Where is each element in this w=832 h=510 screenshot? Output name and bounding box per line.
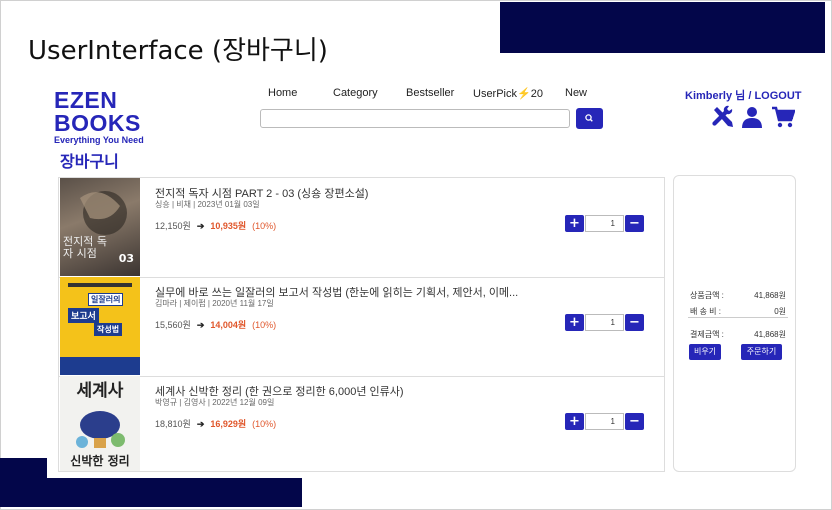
- price-row: 12,150원 ➔ 10,935원 (10%): [155, 219, 276, 232]
- sale-price: 16,929원: [210, 419, 247, 429]
- quantity-field[interactable]: 1: [585, 413, 624, 430]
- quantity-field[interactable]: 1: [585, 314, 624, 331]
- cover-top-text: 세계사: [76, 381, 124, 401]
- cover-band: [60, 357, 140, 375]
- item-meta: 박영규 | 김영사 | 2022년 12월 09일: [155, 398, 275, 407]
- logo-line-1: EZEN: [54, 87, 118, 113]
- cover-number: 03: [118, 252, 134, 265]
- page-title: 장바구니: [60, 154, 119, 171]
- cover-line: 일잘러의: [88, 293, 124, 306]
- nav-userpick[interactable]: UserPick⚡20: [473, 87, 543, 100]
- site-logo[interactable]: EZEN BOOKS Everything You Need: [54, 89, 144, 145]
- book-cover[interactable]: 일잘러의 보고서 작성법: [60, 277, 140, 375]
- shipping-label: 배 송 비 :: [690, 307, 721, 316]
- logo-tagline: Everything You Need: [54, 135, 144, 145]
- total-value: 41,868원: [754, 330, 786, 339]
- item-meta: 김마라 | 제이펍 | 2020년 11월 17일: [155, 299, 274, 308]
- cart-list: 전지적 독자 시점 03 전지적 독자 시점 PART 2 - 03 (싱숑 장…: [58, 177, 665, 472]
- user-icon[interactable]: [740, 105, 764, 129]
- slide-title: UserInterface (장바구니): [28, 36, 328, 66]
- cover-line: 작성법: [94, 323, 123, 336]
- shipping-value: 0원: [774, 307, 786, 316]
- discount-rate: (10%): [252, 320, 277, 330]
- quantity-stepper: + 1 −: [565, 413, 644, 430]
- nav-category[interactable]: Category: [333, 87, 378, 99]
- arrow-right-icon: ➔: [196, 221, 205, 231]
- order-summary: 상품금액 : 41,868원 배 송 비 : 0원 결제금액 : 41,868원…: [673, 175, 796, 472]
- nav-home[interactable]: Home: [268, 87, 297, 99]
- discount-rate: (10%): [252, 419, 277, 429]
- increase-button[interactable]: +: [565, 215, 584, 232]
- sale-price: 14,004원: [210, 320, 247, 330]
- search-icon: [585, 114, 593, 122]
- total-label: 결제금액 :: [690, 330, 724, 339]
- quantity-stepper: + 1 −: [565, 215, 644, 232]
- price-row: 15,560원 ➔ 14,004원 (10%): [155, 318, 276, 331]
- decrease-button[interactable]: −: [625, 215, 644, 232]
- decrease-button[interactable]: −: [625, 413, 644, 430]
- original-price: 15,560원: [155, 320, 191, 330]
- cover-line: 보고서: [68, 308, 99, 323]
- decrease-button[interactable]: −: [625, 314, 644, 331]
- summary-divider: [688, 317, 788, 318]
- cover-stripe: [68, 283, 132, 287]
- nav-bestseller[interactable]: Bestseller: [406, 87, 454, 99]
- cart-item: 세계사 신박한 정리 세계사 신박한 정리 (한 권으로 정리한 6,000년 …: [59, 376, 664, 472]
- quantity-stepper: + 1 −: [565, 314, 644, 331]
- price-row: 18,810원 ➔ 16,929원 (10%): [155, 417, 276, 430]
- cart-icon[interactable]: [771, 105, 796, 129]
- user-greeting[interactable]: Kimberly 님: [685, 90, 745, 102]
- product-amount-value: 41,868원: [754, 291, 786, 300]
- user-separator: /: [748, 90, 752, 102]
- sale-price: 10,935원: [210, 221, 247, 231]
- product-amount-label: 상품금액 :: [690, 291, 724, 300]
- clear-cart-button[interactable]: 비우기: [689, 344, 721, 360]
- quantity-field[interactable]: 1: [585, 215, 624, 232]
- order-button[interactable]: 주문하기: [741, 344, 782, 360]
- nav-new[interactable]: New: [565, 87, 587, 99]
- cover-bottom-text: 신박한 정리: [70, 454, 130, 468]
- cart-item: 일잘러의 보고서 작성법 실무에 바로 쓰는 일잘러의 보고서 작성법 (한눈에…: [59, 277, 664, 377]
- tools-icon[interactable]: [711, 105, 735, 129]
- original-price: 12,150원: [155, 221, 191, 231]
- book-cover[interactable]: 세계사 신박한 정리: [60, 376, 140, 471]
- discount-rate: (10%): [252, 221, 277, 231]
- arrow-right-icon: ➔: [196, 419, 205, 429]
- arrow-right-icon: ➔: [196, 320, 205, 330]
- search-button[interactable]: [576, 108, 603, 129]
- original-price: 18,810원: [155, 419, 191, 429]
- cart-item: 전지적 독자 시점 03 전지적 독자 시점 PART 2 - 03 (싱숑 장…: [59, 178, 664, 278]
- logo-line-2: BOOKS: [54, 110, 141, 136]
- increase-button[interactable]: +: [565, 413, 584, 430]
- cover-text: 전지적 독자 시점: [63, 235, 107, 260]
- logout-link[interactable]: LOGOUT: [754, 90, 801, 102]
- book-cover[interactable]: 전지적 독자 시점 03: [60, 178, 140, 276]
- increase-button[interactable]: +: [565, 314, 584, 331]
- search-input[interactable]: [260, 109, 570, 128]
- user-area: Kimberly 님 / LOGOUT: [685, 87, 802, 103]
- item-meta: 싱숑 | 비채 | 2023년 01월 03일: [155, 200, 260, 209]
- decor-bar-top: [500, 2, 825, 53]
